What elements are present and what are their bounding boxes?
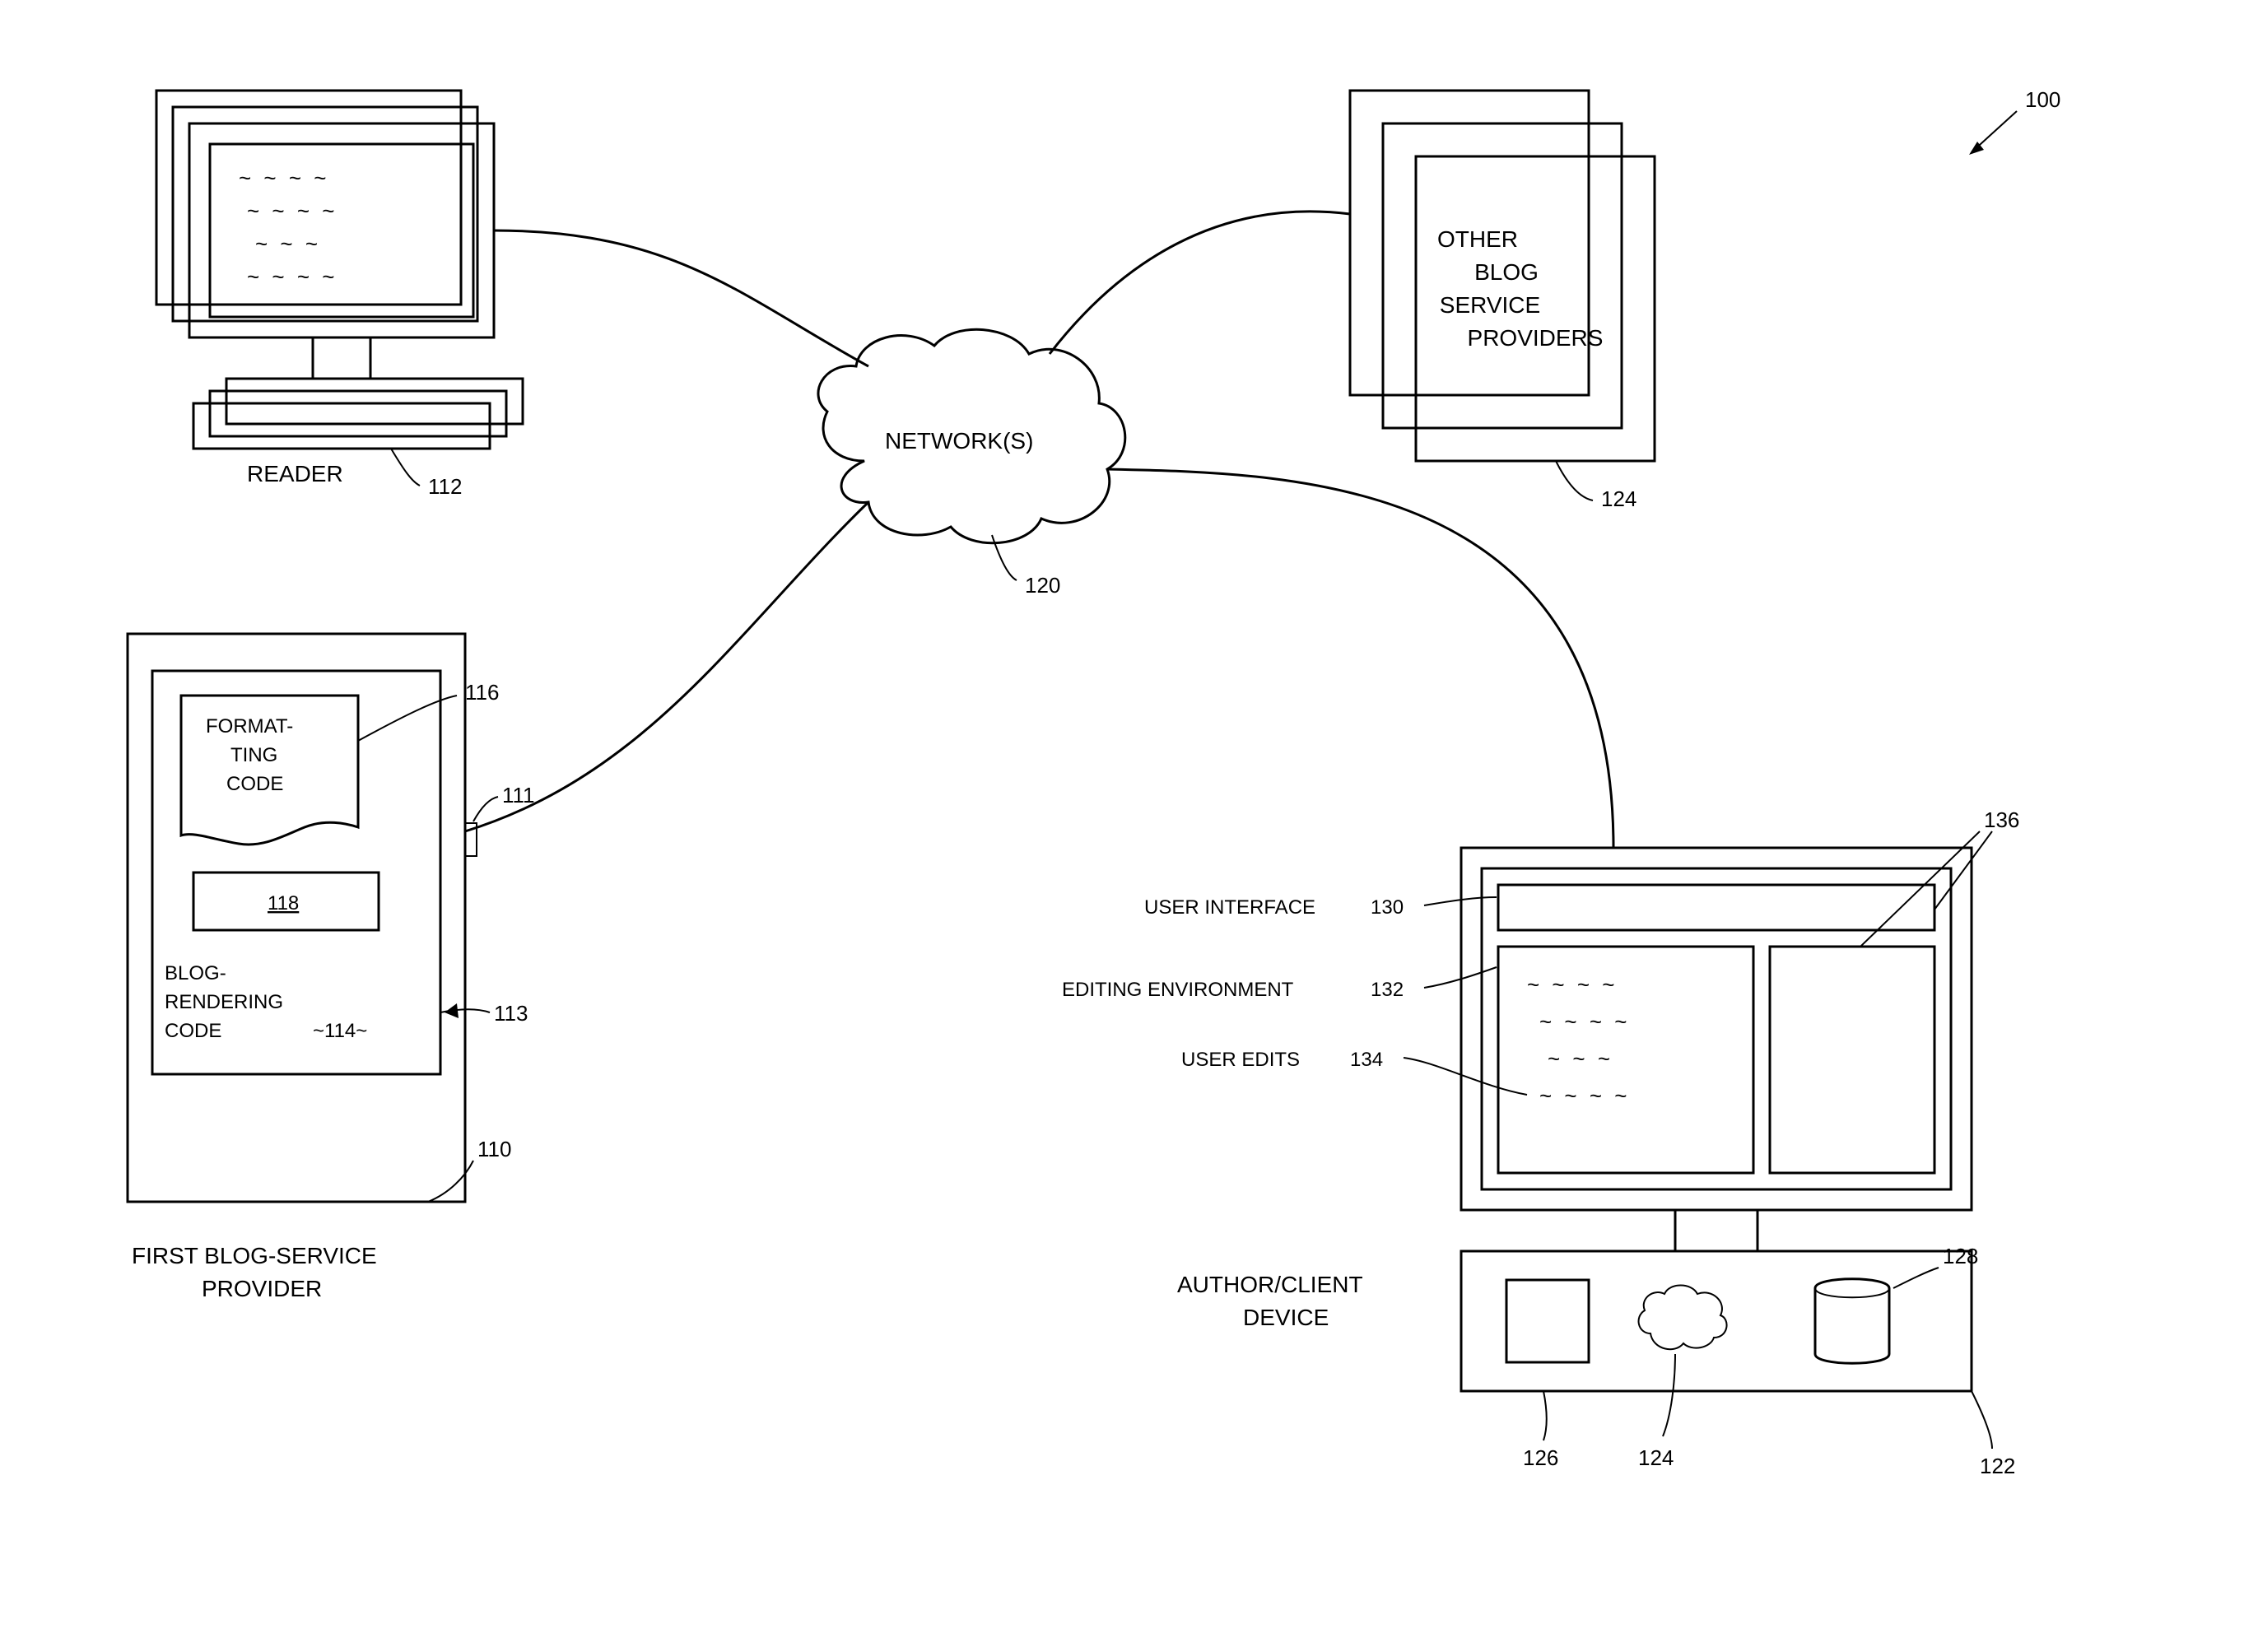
network-ref: 120 (1025, 573, 1060, 598)
svg-text:EDITING ENVIRONMENT: EDITING ENVIRONMENT (1062, 979, 1294, 1001)
svg-text:100: 100 (2025, 87, 2060, 112)
svg-text:~ ~ ~ ~: ~ ~ ~ ~ (239, 165, 329, 190)
svg-text:126: 126 (1523, 1445, 1558, 1470)
conn-reader-network (494, 230, 868, 366)
conn-author-network (1107, 469, 1613, 848)
svg-text:136: 136 (1984, 807, 2019, 832)
author-device: ~ ~ ~ ~ ~ ~ ~ ~ ~ ~ ~ ~ ~ ~ ~ USER INTER… (1062, 807, 2019, 1478)
svg-text:~114~: ~114~ (313, 1020, 367, 1042)
svg-text:118: 118 (268, 892, 299, 914)
svg-text:122: 122 (1980, 1454, 2015, 1478)
svg-text:USER EDITS: USER EDITS (1181, 1049, 1300, 1071)
svg-text:AUTHOR/CLIENT: AUTHOR/CLIENT (1177, 1272, 1363, 1297)
figure-ref: 100 (1969, 87, 2060, 155)
svg-text:~ ~ ~ ~: ~ ~ ~ ~ (1539, 1009, 1630, 1034)
svg-text:BLOG-: BLOG- (165, 962, 226, 984)
svg-text:~ ~ ~ ~: ~ ~ ~ ~ (1527, 972, 1618, 997)
reader-label: READER (247, 461, 343, 486)
svg-text:~ ~ ~ ~: ~ ~ ~ ~ (247, 198, 338, 223)
other-providers-ref: 124 (1601, 486, 1636, 511)
svg-text:FORMAT-: FORMAT- (206, 715, 293, 738)
formatting-code: FORMAT- TING CODE (181, 696, 358, 845)
small-cloud-icon (1639, 1286, 1727, 1350)
processor-icon (1506, 1280, 1589, 1362)
svg-text:BLOG: BLOG (1474, 259, 1539, 285)
svg-text:OTHER: OTHER (1437, 226, 1518, 252)
conn-other-network (1050, 212, 1350, 354)
svg-text:110: 110 (477, 1137, 511, 1161)
svg-text:SERVICE: SERVICE (1440, 292, 1540, 318)
svg-text:DEVICE: DEVICE (1243, 1305, 1329, 1330)
storage-cylinder-icon (1815, 1279, 1889, 1364)
svg-text:128: 128 (1943, 1244, 1978, 1268)
conn-first-network (465, 502, 868, 831)
other-providers: OTHER BLOG SERVICE PROVIDERS 124 (1350, 91, 1655, 511)
svg-text:RENDERING: RENDERING (165, 991, 283, 1013)
svg-text:113: 113 (494, 1001, 528, 1026)
svg-text:111: 111 (502, 783, 535, 807)
svg-text:CODE: CODE (226, 773, 283, 795)
svg-text:USER INTERFACE: USER INTERFACE (1144, 896, 1315, 919)
first-provider: FORMAT- TING CODE 116 118 BLOG- RENDERIN… (128, 634, 535, 1301)
ui-bar (1498, 885, 1934, 930)
reader-device: ~ ~ ~ ~ ~ ~ ~ ~ ~ ~ ~ ~ ~ ~ ~ READER 112 (156, 91, 523, 499)
system-diagram: 100 ~ ~ ~ ~ ~ ~ ~ ~ ~ ~ ~ ~ ~ ~ ~ READER… (0, 0, 2258, 1652)
svg-text:CODE: CODE (165, 1020, 221, 1042)
svg-text:PROVIDER: PROVIDER (202, 1276, 322, 1301)
side-pane (1770, 947, 1934, 1173)
network-label: NETWORK(S) (885, 428, 1033, 454)
svg-text:TING: TING (230, 744, 277, 766)
svg-text:~ ~ ~ ~: ~ ~ ~ ~ (1539, 1083, 1630, 1108)
svg-text:132: 132 (1371, 979, 1404, 1001)
svg-text:PROVIDERS: PROVIDERS (1468, 325, 1604, 351)
network-cloud: NETWORK(S) 120 (818, 329, 1125, 598)
svg-text:130: 130 (1371, 896, 1404, 919)
svg-text:~ ~ ~ ~: ~ ~ ~ ~ (247, 264, 338, 289)
reader-ref: 112 (428, 474, 462, 499)
svg-text:124: 124 (1638, 1445, 1674, 1470)
svg-text:116: 116 (465, 680, 499, 705)
svg-text:~ ~ ~: ~ ~ ~ (1548, 1046, 1613, 1071)
svg-text:134: 134 (1350, 1049, 1383, 1071)
svg-text:~ ~ ~: ~ ~ ~ (255, 231, 321, 256)
svg-text:FIRST BLOG-SERVICE: FIRST BLOG-SERVICE (132, 1243, 377, 1268)
